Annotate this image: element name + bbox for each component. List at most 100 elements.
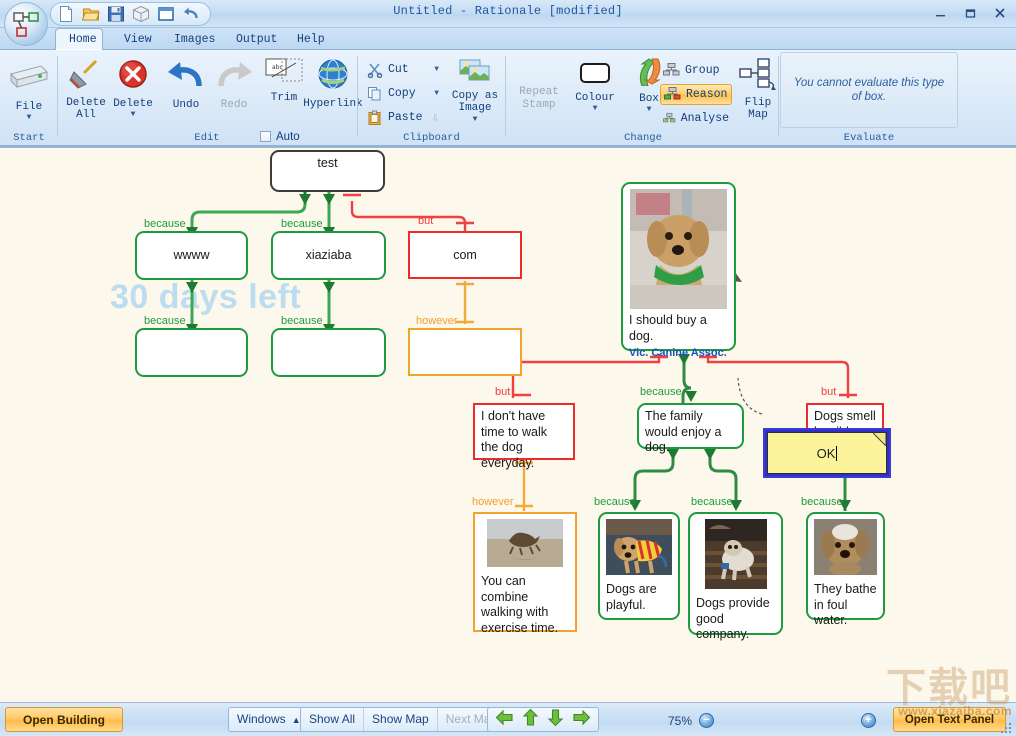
window-icon[interactable] xyxy=(157,5,175,23)
nav-right-arrow-icon[interactable] xyxy=(568,709,595,731)
navigation-arrows xyxy=(487,707,599,732)
undo-button[interactable]: Undo xyxy=(159,60,213,111)
open-text-panel-button[interactable]: Open Text Panel xyxy=(893,707,1006,732)
close-button[interactable] xyxy=(990,4,1010,22)
reason-button[interactable]: Reason xyxy=(660,84,732,105)
save-icon[interactable] xyxy=(107,5,125,23)
node-source: Vic. Canine Assoc. xyxy=(629,347,727,359)
node-no-time-to-walk[interactable]: I don't have time to walk the dog everyd… xyxy=(473,403,575,470)
show-all-button[interactable]: Show All xyxy=(301,708,365,731)
tab-home[interactable]: Home xyxy=(55,28,103,50)
node-bathe-foul-water[interactable]: They bathe in foul water. xyxy=(806,512,885,627)
delete-button[interactable]: Delete ▼ xyxy=(106,58,160,119)
node-xiaziaba[interactable]: xiaziaba xyxy=(271,231,386,280)
node-text xyxy=(137,330,246,337)
playful-dog-photo xyxy=(606,519,672,575)
chevron-down-icon[interactable]: ▼ xyxy=(448,115,502,123)
tab-view[interactable]: View xyxy=(110,28,157,50)
node-text xyxy=(273,330,384,337)
undo-icon[interactable] xyxy=(182,5,200,23)
node-text: The family would enjoy a dog. xyxy=(645,409,722,454)
tab-help[interactable]: Help xyxy=(283,28,325,50)
connector-label: because xyxy=(144,315,186,327)
paste-dropdown-icon[interactable]: ⇩ xyxy=(432,110,439,125)
windows-menu-button[interactable]: Windows ▲ xyxy=(228,707,309,732)
show-map-button[interactable]: Show Map xyxy=(364,708,438,731)
colour-swatch-icon xyxy=(580,63,610,83)
node-empty-3[interactable] xyxy=(408,328,522,376)
cut-button[interactable]: Cut ▼ xyxy=(364,59,442,80)
nav-left-arrow-icon[interactable] xyxy=(491,709,518,731)
hyperlink-button-label: Hyperlink xyxy=(303,97,363,110)
chevron-down-icon[interactable]: ▼ xyxy=(568,105,622,113)
node-text: xiaziaba xyxy=(305,248,352,263)
open-building-panel-button[interactable]: Open Building Panel xyxy=(5,707,123,732)
maximize-button[interactable] xyxy=(960,4,980,22)
chevron-down-icon[interactable]: ▼ xyxy=(434,65,439,74)
plus-icon: + xyxy=(865,714,872,726)
node-wwww[interactable]: wwww xyxy=(135,231,248,280)
node-family-would-enjoy[interactable]: The family would enjoy a dog. xyxy=(637,403,744,454)
ribbon-group-start-label: Start xyxy=(13,132,45,144)
chevron-down-icon[interactable]: ▼ xyxy=(434,89,439,98)
delete-all-label-2: All xyxy=(76,109,96,121)
nav-up-arrow-icon[interactable] xyxy=(518,708,543,732)
text-cursor xyxy=(836,445,838,461)
redo-button[interactable]: Redo xyxy=(207,60,261,111)
copy-as-image-label-1: Copy as xyxy=(451,89,499,102)
ribbon-group-clipboard-label: Clipboard xyxy=(403,132,460,144)
connector-label: because xyxy=(281,315,323,327)
open-icon[interactable] xyxy=(81,5,100,23)
connector-label: because xyxy=(281,218,323,230)
file-button[interactable]: File ▼ xyxy=(2,60,56,122)
paste-button[interactable]: Paste ⇩ xyxy=(364,107,442,128)
redo-arrow-icon xyxy=(218,62,252,87)
rationale-logo-icon xyxy=(13,12,39,37)
hyperlink-button[interactable]: Hyperlink xyxy=(302,58,364,110)
repeat-stamp-button[interactable]: Repeat Stamp xyxy=(512,84,566,111)
connector-label: because xyxy=(801,496,843,508)
node-dogs-are-playful[interactable]: Dogs are playful. xyxy=(598,512,680,620)
node-empty-2[interactable] xyxy=(271,328,386,377)
flip-map-label-2: Map xyxy=(748,109,768,121)
sticky-note-body[interactable]: OK xyxy=(767,432,887,474)
zoom-in-button[interactable]: + xyxy=(861,713,876,728)
map-view-buttons: Show All Show Map Next Map xyxy=(300,707,507,732)
delete-button-label: Delete xyxy=(113,97,153,110)
node-dogs-provide-company[interactable]: Dogs provide good company. xyxy=(688,512,783,641)
connector-label: however xyxy=(416,315,458,327)
colour-button[interactable]: Colour ▼ xyxy=(568,61,622,113)
sticky-note[interactable]: OK xyxy=(763,428,891,478)
package-icon[interactable] xyxy=(132,5,150,23)
node-com[interactable]: com xyxy=(408,231,522,279)
beach-dog-photo xyxy=(487,519,563,567)
node-empty-1[interactable] xyxy=(135,328,248,377)
group-button[interactable]: Group xyxy=(660,60,732,81)
node-combine-walking[interactable]: You can combine walking with exercise ti… xyxy=(473,512,577,635)
ribbon-group-evaluate-label: Evaluate xyxy=(843,132,895,144)
node-text xyxy=(410,330,520,337)
copy-button[interactable]: Copy ▼ xyxy=(364,83,442,104)
connector-label: because xyxy=(691,496,733,508)
node-test[interactable]: test xyxy=(270,150,385,192)
delete-all-button[interactable]: Delete All xyxy=(59,58,113,122)
minimize-button[interactable] xyxy=(930,4,950,22)
images-icon xyxy=(459,59,490,81)
new-icon[interactable] xyxy=(57,5,75,23)
tab-output[interactable]: Output xyxy=(222,28,280,50)
ribbon-group-edit-label: Edit xyxy=(194,132,220,144)
chevron-down-icon[interactable]: ▼ xyxy=(2,114,56,122)
zoom-out-button[interactable]: − xyxy=(699,713,714,728)
wet-dog-icon xyxy=(814,519,877,576)
flip-map-button[interactable]: Flip Map xyxy=(736,58,780,122)
node-i-should-buy-a-dog[interactable]: I should buy a dog. Vic. Canine Assoc. xyxy=(621,182,736,359)
tab-images[interactable]: Images xyxy=(160,28,218,50)
nav-down-arrow-icon[interactable] xyxy=(543,708,568,732)
analyse-button[interactable]: Analyse xyxy=(660,108,732,129)
group-icon xyxy=(663,63,680,76)
argument-map-canvas[interactable]: 30 days left because because but because… xyxy=(0,147,1016,702)
app-menu-orb[interactable] xyxy=(4,2,48,46)
copy-as-image-button[interactable]: Copy as Image ▼ xyxy=(448,57,502,123)
resize-grip[interactable] xyxy=(1001,722,1013,734)
chevron-down-icon[interactable]: ▼ xyxy=(106,111,160,119)
